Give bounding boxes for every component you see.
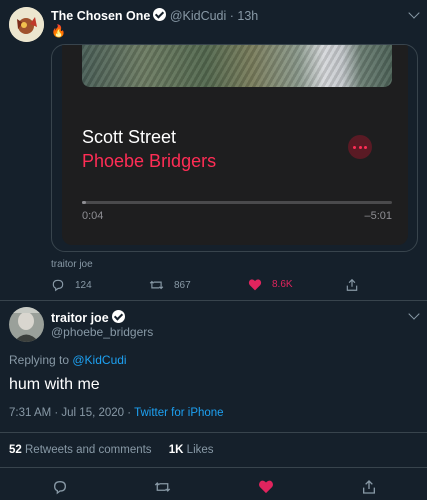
likes-stat[interactable]: 1K Likes [169, 444, 214, 456]
tweet2-display-name-row: traitor joe [51, 310, 125, 325]
verified-badge-icon [153, 8, 167, 21]
engagement-stats: 52 Retweets and comments 1K Likes [9, 444, 214, 456]
reply-button[interactable] [52, 479, 68, 495]
display-name[interactable]: The Chosen One [51, 9, 150, 23]
progress-bar[interactable] [82, 201, 392, 204]
like-count: 8.6K [272, 279, 293, 290]
album-art [82, 45, 392, 87]
artist-name[interactable]: Phoebe Bridgers [82, 151, 216, 172]
likes-count: 1K [168, 444, 184, 456]
reply-count: 124 [75, 279, 92, 291]
handle[interactable]: @KidCudi [170, 9, 226, 23]
replying-to-label: Replying to [9, 353, 73, 367]
timestamp[interactable]: · 13h [230, 9, 259, 23]
tweet-text: 🔥 [51, 24, 66, 38]
replying-to-link[interactable]: @KidCudi [72, 353, 126, 367]
likes-label: Likes [186, 444, 214, 456]
retweet-button[interactable] [154, 479, 171, 495]
tweet-text: hum with me [9, 376, 100, 393]
music-card[interactable]: Scott Street Phoebe Bridgers 0:04 –5:01 [51, 44, 418, 252]
share-icon [363, 480, 375, 494]
divider [0, 467, 427, 468]
reply-icon [53, 480, 67, 495]
tweet1-header: The Chosen One @KidCudi · 13h [51, 8, 258, 23]
handle[interactable]: @phoebe_bridgers [51, 325, 153, 339]
chevron-down-icon[interactable] [408, 308, 420, 320]
progress-fill [82, 201, 87, 204]
song-title: Scott Street [82, 127, 177, 147]
retweets-count: 52 [9, 444, 22, 456]
chevron-down-icon[interactable] [408, 7, 420, 19]
retweet-button[interactable]: 867 [149, 278, 191, 292]
remaining-time: –5:01 [364, 210, 392, 222]
divider [0, 300, 427, 301]
retweets-label: Retweets and comments [25, 444, 152, 456]
avatar-kidcudi[interactable] [9, 7, 44, 42]
verified-badge-icon [111, 310, 125, 323]
like-button[interactable] [258, 479, 274, 494]
retweet-count: 867 [174, 279, 191, 291]
timestamp-line: 7:31 AM · Jul 15, 2020 · Twitter for iPh… [9, 407, 224, 419]
display-name[interactable]: traitor joe [51, 311, 109, 325]
source-link[interactable]: Twitter for iPhone [134, 407, 223, 419]
more-dots-icon[interactable] [348, 135, 372, 159]
divider [0, 432, 427, 433]
avatar-phoebe-bridgers[interactable] [9, 307, 44, 342]
avatar-image [9, 7, 44, 42]
retweet-icon [154, 482, 171, 492]
share-button[interactable] [361, 479, 377, 495]
apple-music-player[interactable]: Scott Street Phoebe Bridgers 0:04 –5:01 [62, 45, 408, 245]
share-button[interactable] [345, 278, 359, 292]
timestamp[interactable]: 7:31 AM · Jul 15, 2020 · [9, 407, 134, 419]
like-button[interactable]: 8.6K [248, 278, 293, 291]
replying-to-line: Replying to @KidCudi [9, 353, 127, 367]
retweets-stat[interactable]: 52 Retweets and comments [9, 444, 155, 456]
retweet-icon [149, 280, 164, 290]
avatar-image [9, 307, 44, 342]
heart-icon [259, 480, 273, 494]
reply-icon [52, 279, 64, 292]
share-icon [346, 278, 358, 291]
heart-icon [248, 279, 262, 291]
elapsed-time: 0:04 [82, 210, 104, 222]
card-attribution[interactable]: traitor joe [51, 259, 93, 270]
reply-button[interactable]: 124 [51, 278, 92, 292]
